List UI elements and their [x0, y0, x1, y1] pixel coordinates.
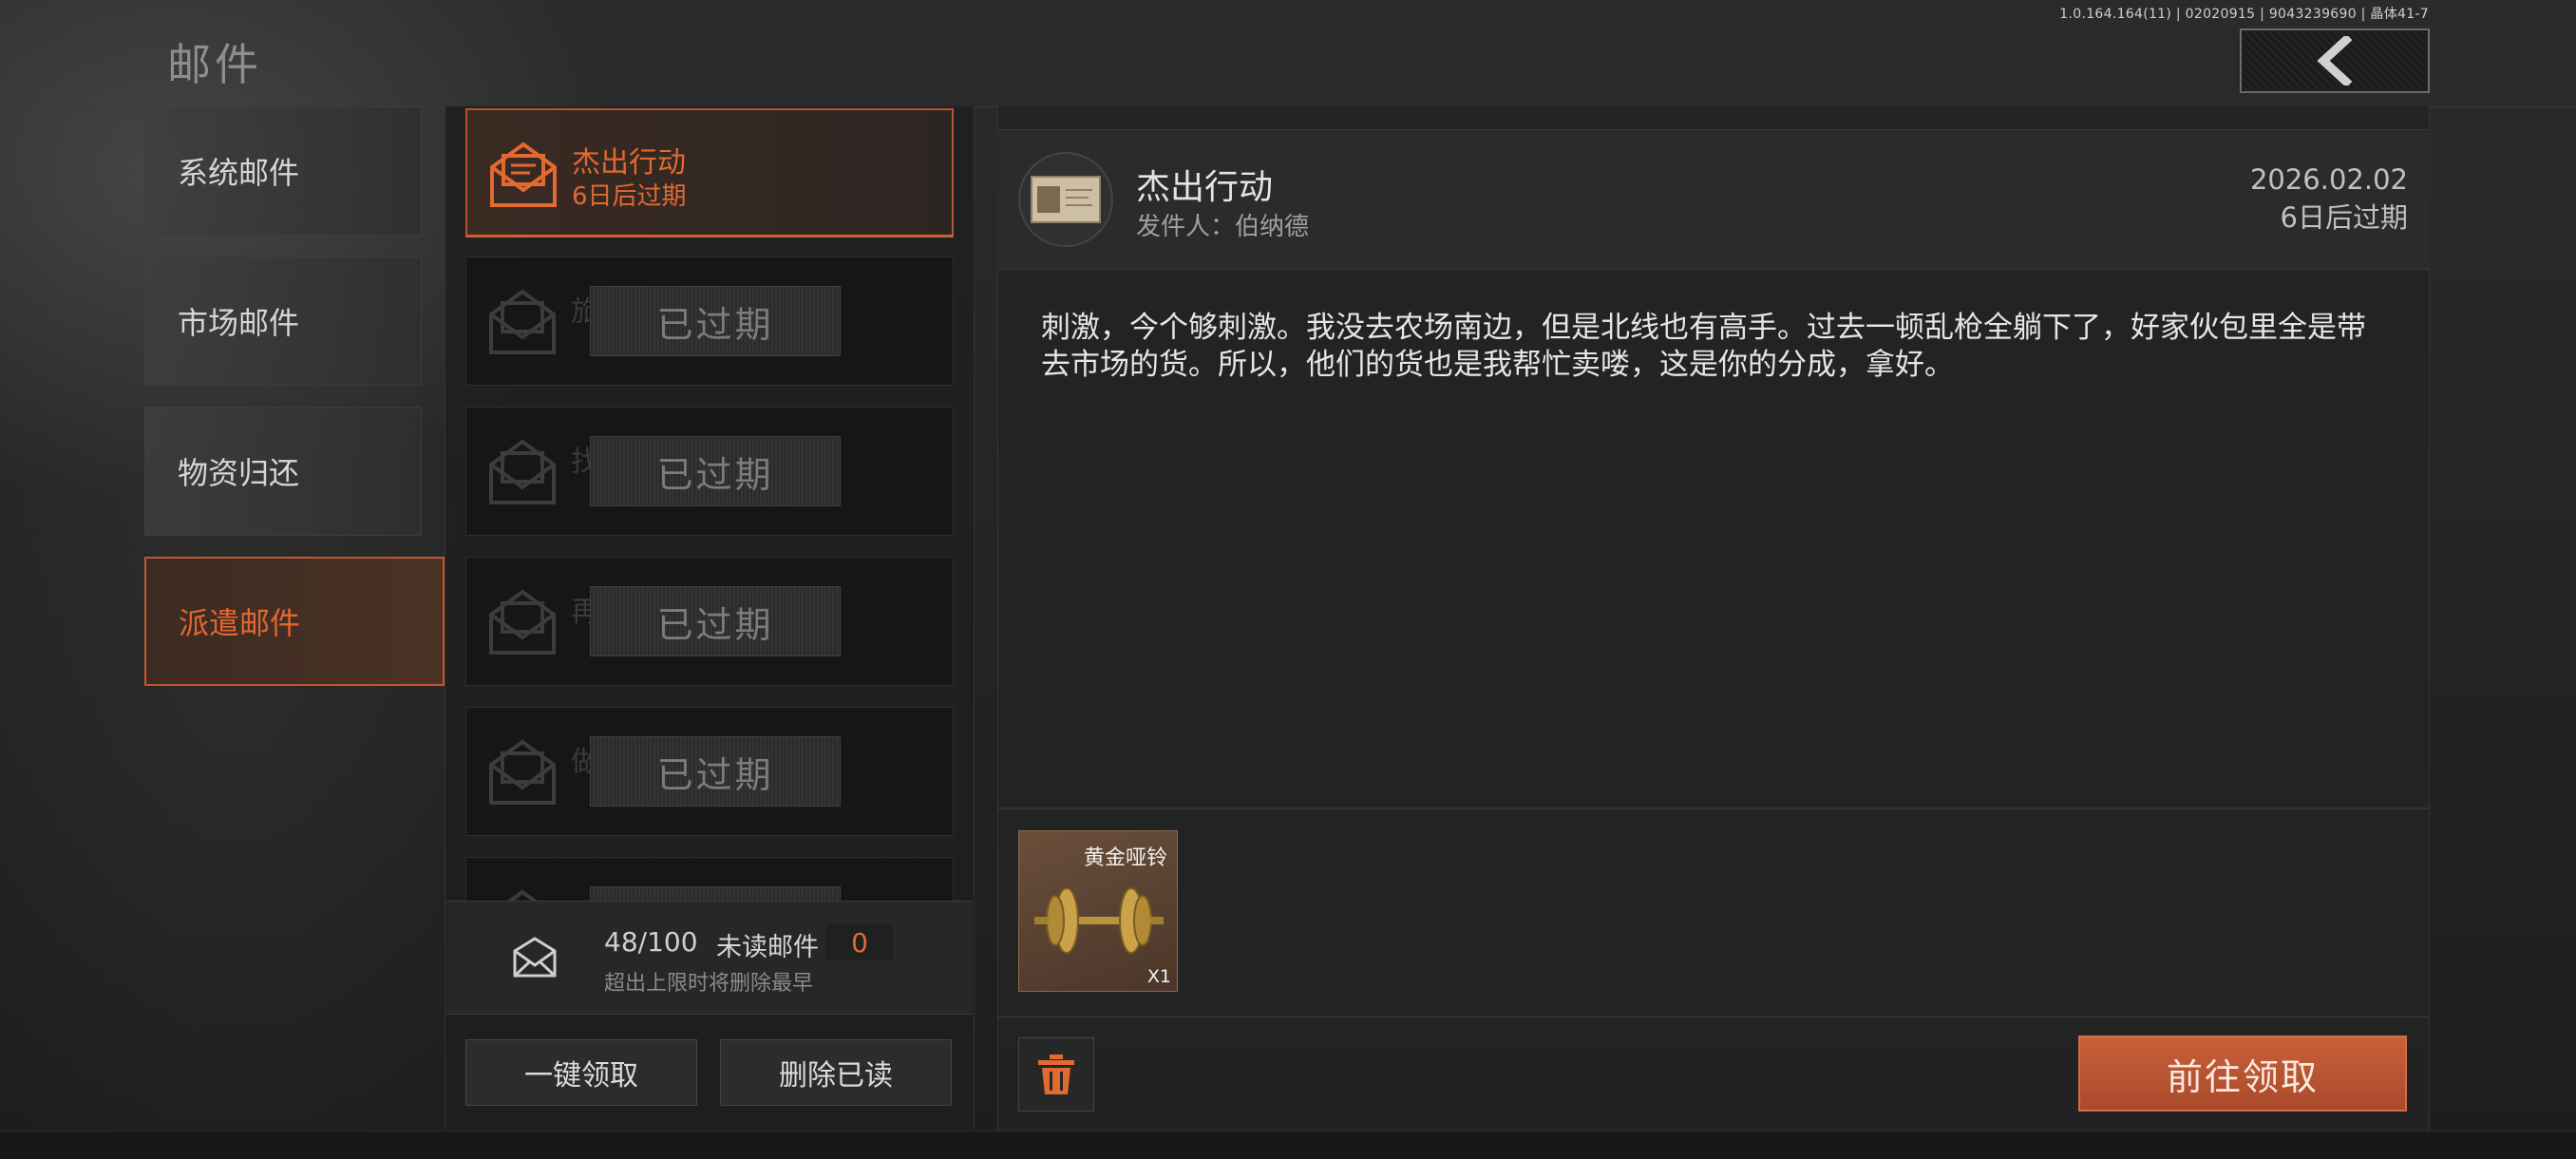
open-envelope-icon: [489, 439, 556, 504]
category-system-mail[interactable]: 系统邮件: [144, 106, 422, 236]
category-label: 系统邮件: [178, 155, 300, 191]
delete-button[interactable]: [1018, 1037, 1094, 1112]
sender-avatar: [1018, 152, 1113, 247]
expired-badge: 已过期: [590, 586, 841, 656]
go-claim-button[interactable]: 前往领取: [2078, 1036, 2407, 1112]
category-label: 市场邮件: [178, 305, 300, 341]
category-market-mail[interactable]: 市场邮件: [144, 256, 422, 386]
mail-item-expired[interactable]: 做 已过期: [465, 707, 954, 836]
category-label: 物资归还: [178, 455, 300, 491]
mail-envelope-icon: [513, 937, 557, 978]
chevron-left-icon: [2317, 36, 2353, 86]
open-envelope-icon: [489, 589, 556, 655]
mail-body: 刺激，今个够刺激。我没去农场南边，但是北线也有高手。过去一顿乱枪全躺下了，好家伙…: [1041, 311, 2366, 382]
category-supply-return[interactable]: 物资归还: [144, 407, 422, 536]
mail-list[interactable]: 杰出行动 6日后过期 旅 已过期 找 已过期 再 已过期 做 已过期: [465, 106, 954, 901]
gold-dumbbell-icon: [1034, 887, 1164, 954]
mail-count-bar: 48/100 未读邮件 0 超出上限时将删除最早: [446, 901, 973, 1015]
expired-badge: 已过期: [590, 886, 841, 901]
detail-sender: 发件人：伯纳德: [1136, 213, 1310, 241]
letter-icon: [1031, 176, 1101, 223]
item-name: 黄金哑铃: [1083, 846, 1167, 870]
limit-note: 超出上限时将删除最早: [604, 972, 814, 996]
attachment-item[interactable]: 黄金哑铃 X1: [1018, 830, 1178, 992]
trash-icon: [1038, 1054, 1074, 1094]
open-envelope-icon: [490, 142, 557, 207]
back-button[interactable]: [2240, 28, 2430, 93]
category-label: 派遣邮件: [179, 605, 301, 641]
delete-read-button[interactable]: 删除已读: [720, 1039, 952, 1106]
claim-all-button[interactable]: 一键领取: [465, 1039, 697, 1106]
open-envelope-icon: [507, 889, 538, 901]
mail-expire: 6日后过期: [572, 182, 687, 211]
unread-count: 0: [826, 924, 893, 960]
mail-item-expired[interactable]: 再 已过期: [465, 557, 954, 686]
open-envelope-icon: [489, 739, 556, 805]
mail-item-expired[interactable]: 找 已过期: [465, 407, 954, 536]
open-envelope-icon: [489, 289, 556, 354]
version-info: 1.0.164.164(11) | 02020915 | 9043239690 …: [2059, 7, 2429, 22]
detail-expire: 6日后过期: [2280, 201, 2408, 234]
mail-item-expired[interactable]: 旅 已过期: [465, 256, 954, 386]
expired-badge: 已过期: [590, 436, 841, 506]
item-quantity: X1: [1146, 966, 1171, 987]
mail-item-active[interactable]: 杰出行动 6日后过期: [465, 108, 954, 238]
mail-title: 杰出行动: [572, 146, 686, 180]
page-title: 邮件: [167, 39, 262, 90]
category-dispatch-mail[interactable]: 派遣邮件: [144, 557, 445, 686]
mail-item-expired[interactable]: 已过期: [465, 857, 954, 901]
bottom-strip: [0, 1130, 2576, 1159]
mail-count: 48/100: [604, 926, 698, 958]
detail-title: 杰出行动: [1136, 168, 1274, 207]
expired-badge: 已过期: [590, 736, 841, 807]
footer-divider: [997, 1016, 2430, 1017]
detail-date: 2026.02.02: [2249, 163, 2408, 196]
expired-badge: 已过期: [590, 286, 841, 356]
unread-label: 未读邮件: [716, 933, 819, 962]
attachment-divider: [997, 808, 2430, 809]
